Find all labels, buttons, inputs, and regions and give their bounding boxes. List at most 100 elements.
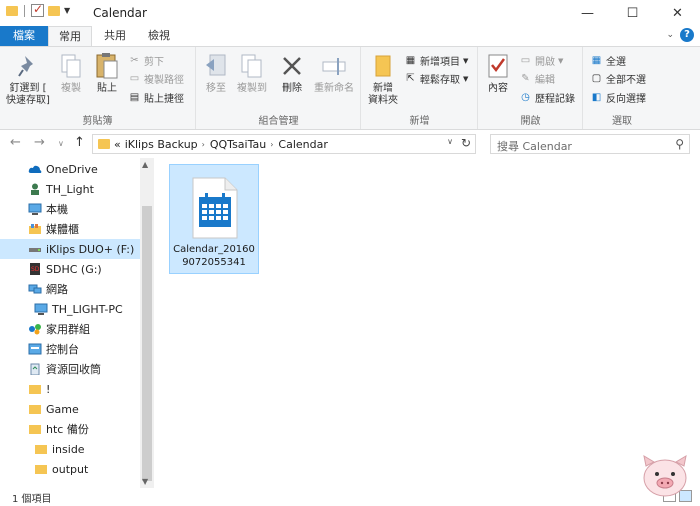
nav-item-folder-output[interactable]: output [0, 459, 140, 479]
breadcrumb-separator-icon[interactable]: › [202, 140, 205, 149]
tab-home[interactable]: 常用 [48, 26, 92, 47]
close-button[interactable]: ✕ [655, 0, 700, 26]
select-group: ▦ 全選 ▢ 全部不選 ◧ 反向選擇 選取 [584, 47, 660, 129]
paste-shortcut-label: 貼上捷徑 [144, 94, 184, 105]
breadcrumb-item[interactable]: QQTsaiTau [210, 138, 266, 151]
forward-arrow-icon[interactable]: → [34, 135, 45, 150]
tab-view[interactable]: 檢視 [140, 26, 178, 46]
cut-button[interactable]: ✂ 剪下 [128, 53, 164, 68]
easy-access-button[interactable]: ⇱ 輕鬆存取 ▼ [404, 71, 468, 86]
new-group-label: 新增 [409, 116, 430, 127]
move-to-button[interactable]: 移至 [201, 51, 231, 95]
nav-scrollbar[interactable]: ▲ ▼ [140, 158, 154, 488]
nav-item-this-pc[interactable]: 本機 [0, 199, 140, 219]
navigation-pane: OneDrive TH_Light 本機 媒體櫃 iKlips DUO+ (F:… [0, 158, 154, 488]
help-icon[interactable]: ? [680, 28, 694, 42]
search-input[interactable]: 搜尋 Calendar ⚲ [490, 134, 690, 154]
up-arrow-icon[interactable]: ↑ [74, 135, 85, 150]
easy-access-icon: ⇱ [406, 73, 415, 84]
nav-item-folder-game[interactable]: Game [0, 399, 140, 419]
scroll-up-icon[interactable]: ▲ [142, 160, 148, 169]
network-icon [28, 284, 42, 294]
new-folder-icon[interactable] [48, 5, 60, 16]
breadcrumb-item[interactable]: iKlips Backup [125, 138, 198, 151]
collapse-ribbon-icon[interactable]: ⌄ [666, 30, 674, 40]
nav-item-iklips-drive[interactable]: iKlips DUO+ (F:) [0, 239, 140, 259]
address-bar[interactable]: « iKlips Backup › QQTsaiTau › Calendar ∨… [92, 134, 476, 154]
nav-item-network[interactable]: 網路 [0, 279, 140, 299]
new-folder-label: 新增 資料夾 [368, 83, 398, 106]
invert-selection-label: 反向選擇 [606, 94, 646, 105]
nav-item-folder-htc[interactable]: htc 備份 [0, 419, 140, 439]
pig-mascot-watermark [643, 454, 687, 497]
nav-item-label: TH_Light [46, 182, 94, 196]
nav-item-homegroup[interactable]: 家用群組 [0, 319, 140, 339]
nav-item-folder-inside[interactable]: inside [0, 439, 140, 459]
pin-quick-access-button[interactable]: 釘選到 [ 快速存取] [4, 51, 52, 107]
status-bar: 1 個項目 [0, 488, 700, 506]
ribbon-help: ⌄ ? [666, 28, 694, 42]
maximize-button[interactable]: ☐ [610, 0, 655, 26]
computer-icon [28, 203, 42, 215]
pin-icon [14, 51, 42, 81]
chevron-down-icon[interactable]: ▼ [64, 6, 70, 15]
invert-selection-button[interactable]: ◧ 反向選擇 [590, 90, 646, 105]
copy-path-button[interactable]: ▭ 複製路徑 [128, 71, 184, 86]
paste-button[interactable]: 貼上 [91, 51, 123, 95]
nav-item-sdhc[interactable]: SD SDHC (G:) [0, 259, 140, 279]
breadcrumb-separator-icon[interactable]: › [270, 140, 273, 149]
paste-shortcut-button[interactable]: ▤ 貼上捷徑 [128, 90, 184, 105]
file-list: Calendar_20160 9072055341 [160, 158, 700, 488]
nav-item-libraries[interactable]: 媒體櫃 [0, 219, 140, 239]
tab-share[interactable]: 共用 [96, 26, 134, 46]
nav-item-pc[interactable]: TH_LIGHT-PC [0, 299, 140, 319]
delete-button[interactable]: 刪除 [277, 51, 307, 95]
recent-locations-chevron-icon[interactable]: ∨ [58, 139, 64, 148]
nav-item-label: 家用群組 [46, 323, 90, 336]
edit-button[interactable]: ✎ 編輯 [519, 71, 555, 86]
new-item-button[interactable]: ▦ 新增項目 ▼ [404, 53, 469, 68]
easy-access-label: 輕鬆存取 [420, 75, 460, 86]
properties-icon [484, 51, 512, 81]
minimize-button[interactable]: — [565, 0, 610, 26]
item-count: 1 個項目 [12, 494, 52, 505]
select-all-button[interactable]: ▦ 全選 [590, 53, 626, 68]
refresh-icon[interactable]: ↻ [461, 136, 471, 150]
nav-item-user[interactable]: TH_Light [0, 179, 140, 199]
open-label: 開啟 [535, 57, 555, 68]
nav-item-recycle-bin[interactable]: 資源回收筒 [0, 359, 140, 379]
new-folder-button[interactable]: 新增 資料夾 [366, 51, 400, 107]
breadcrumb-item[interactable]: Calendar [278, 138, 327, 151]
properties-check-icon[interactable] [31, 2, 44, 17]
pc-icon [34, 303, 48, 315]
move-to-icon [202, 51, 230, 81]
rename-button[interactable]: 重新命名 [311, 51, 357, 95]
breadcrumb-overflow[interactable]: « [114, 138, 121, 151]
user-icon [31, 183, 39, 195]
copy-to-button[interactable]: 複製到 [235, 51, 269, 95]
copy-button[interactable]: 複製 [55, 51, 87, 95]
select-none-icon: ▢ [591, 73, 602, 84]
nav-item-control-panel[interactable]: 控制台 [0, 339, 140, 359]
back-arrow-icon[interactable]: ← [10, 135, 21, 150]
history-button[interactable]: ◷ 歷程記錄 [519, 90, 575, 105]
scroll-thumb[interactable] [142, 206, 152, 481]
move-to-label: 移至 [206, 83, 226, 94]
scroll-down-icon[interactable]: ▼ [142, 477, 148, 486]
nav-item-label: 控制台 [46, 343, 79, 356]
address-dropdown-icon[interactable]: ∨ [447, 137, 453, 146]
nav-item-folder-exclaim[interactable]: ! [0, 379, 140, 399]
nav-item-label: OneDrive [46, 162, 98, 176]
nav-item-label: inside [52, 442, 85, 456]
select-none-button[interactable]: ▢ 全部不選 [590, 71, 646, 86]
properties-button[interactable]: 內容 [483, 51, 513, 95]
ribbon-tabs: 檔案 常用 共用 檢視 ⌄ ? [0, 26, 700, 47]
svg-text:SD: SD [31, 266, 40, 273]
tab-file[interactable]: 檔案 [0, 26, 48, 46]
open-button[interactable]: ▭ 開啟 ▼ [519, 53, 564, 68]
nav-item-label: iKlips DUO+ (F:) [46, 242, 135, 256]
control-panel-icon [28, 343, 42, 355]
nav-item-onedrive[interactable]: OneDrive [0, 159, 140, 179]
select-all-label: 全選 [606, 57, 626, 68]
file-item[interactable]: Calendar_20160 9072055341 [169, 164, 259, 274]
